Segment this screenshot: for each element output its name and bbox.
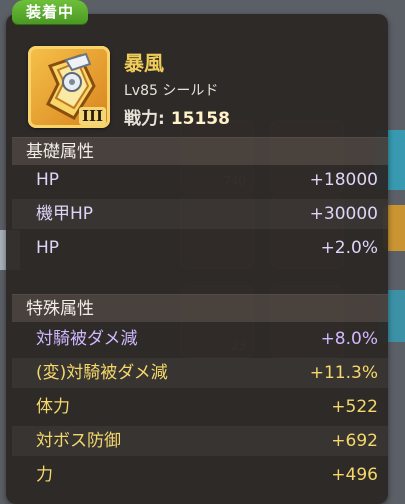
special-attributes-header: 特殊属性 (12, 294, 388, 322)
stat-row: 対ボス防御 +692 (12, 426, 388, 456)
stat-value: +30000 (309, 204, 378, 224)
stat-value: +496 (331, 465, 378, 485)
stat-row: HP +18000 (12, 165, 388, 195)
item-level-type: Lv85 シールド (124, 83, 219, 99)
stat-label: 対騎被ダメ減 (36, 329, 138, 349)
stat-row: 体力 +522 (12, 392, 388, 422)
shield-item-icon[interactable]: III (28, 46, 110, 128)
rank-badge: III (78, 107, 106, 125)
base-attributes-header: 基礎属性 (12, 137, 388, 165)
stat-label: 力 (36, 465, 53, 485)
combat-power-value: 15158 (170, 109, 230, 129)
stat-label: HP (36, 170, 60, 190)
item-tooltip: III 暴風 Lv85 シールド 戦力: 15158 基礎属性 HP +18000… (6, 14, 388, 504)
stat-label: HP (36, 238, 60, 258)
stat-value: +2.0% (320, 238, 378, 258)
stat-value: +522 (331, 397, 378, 417)
equipped-badge: 装着中 (12, 0, 89, 24)
stat-row: (変)対騎被ダメ減 +11.3% (12, 358, 388, 388)
stat-value: +692 (331, 431, 378, 451)
stat-row: 機甲HP +30000 (12, 199, 388, 229)
stat-label: 対ボス防御 (36, 431, 121, 451)
stat-label: 機甲HP (36, 204, 94, 224)
stat-label: (変)対騎被ダメ減 (36, 363, 168, 383)
stat-row: HP +2.0% (12, 233, 388, 263)
combat-power-label: 戦力: (124, 109, 165, 129)
stat-row: 力 +496 (12, 460, 388, 490)
stat-value: +18000 (309, 170, 378, 190)
stat-label: 体力 (36, 397, 70, 417)
item-name: 暴風 (124, 51, 164, 75)
combat-power: 戦力: 15158 (124, 104, 230, 129)
stat-row: 対騎被ダメ減 +8.0% (12, 324, 388, 354)
stat-value: +11.3% (309, 363, 378, 383)
stat-value: +8.0% (320, 329, 378, 349)
